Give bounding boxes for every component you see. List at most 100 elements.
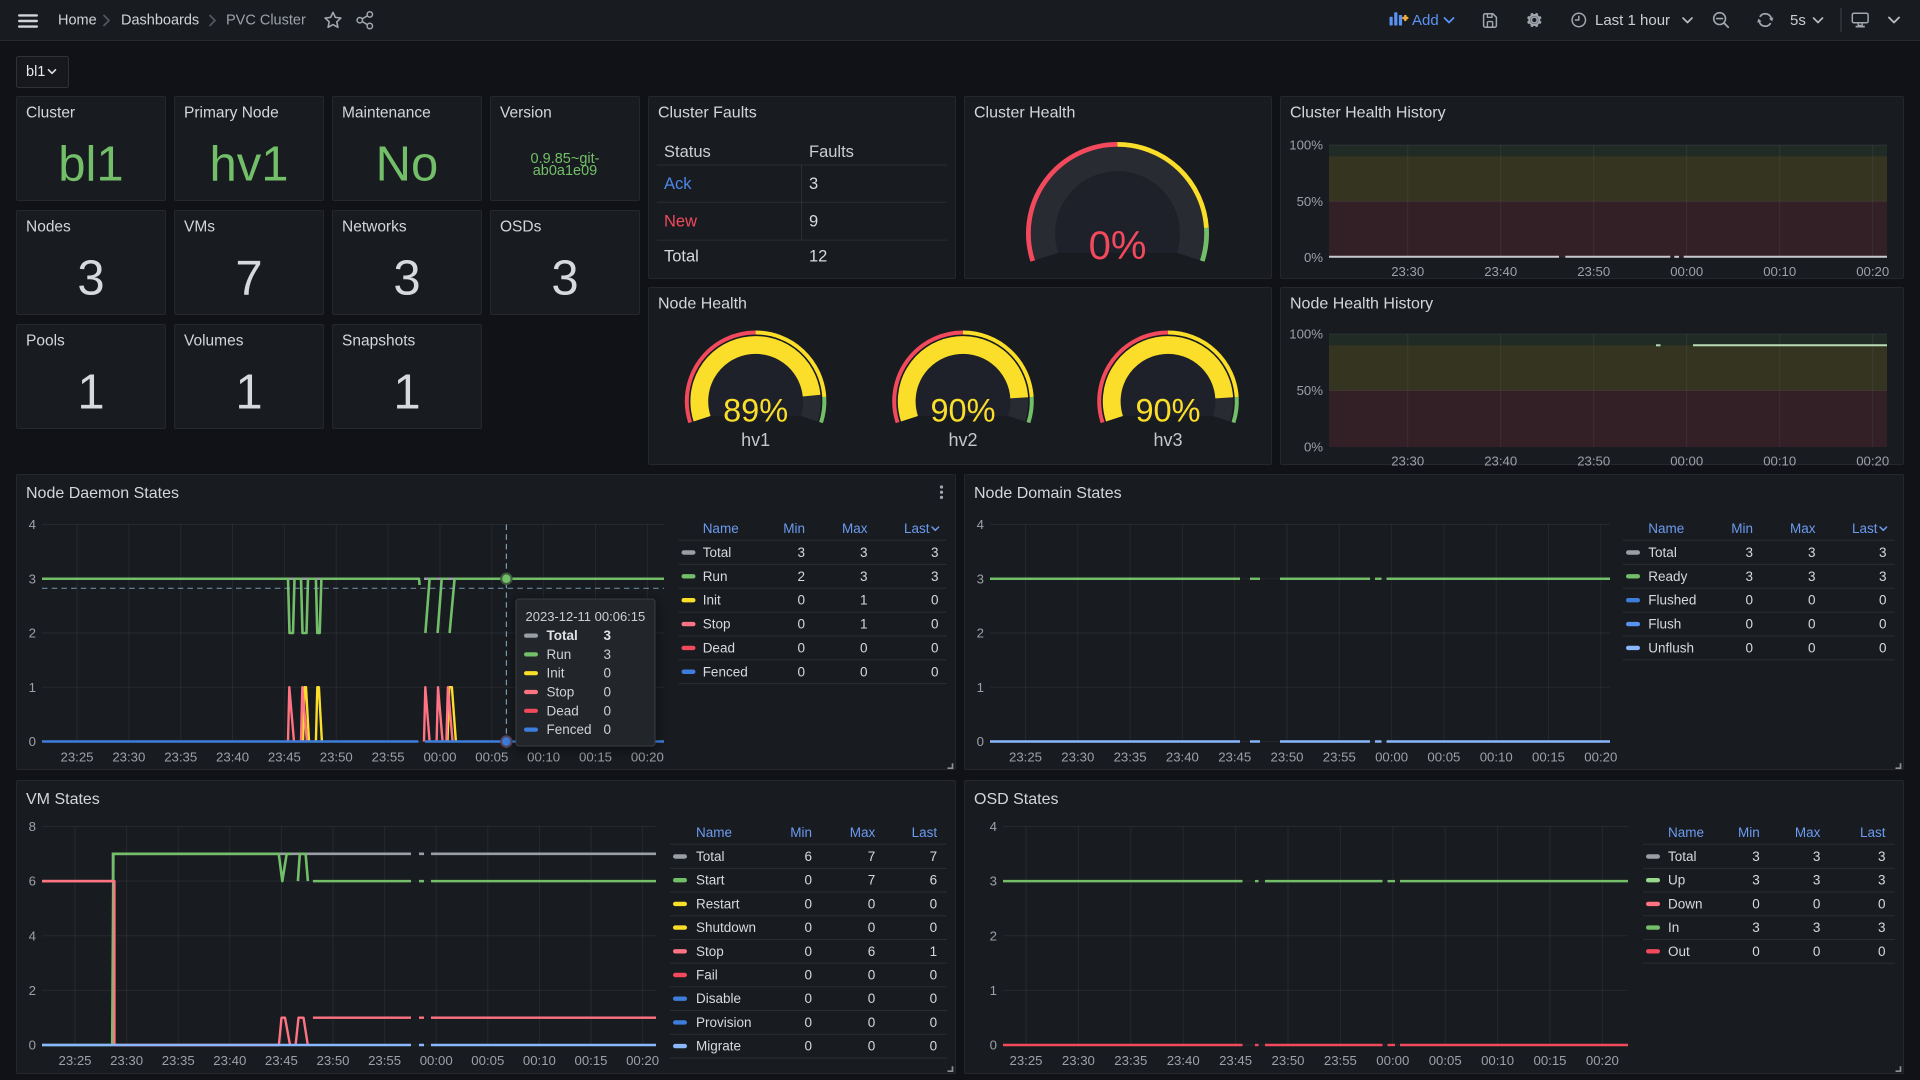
svg-text:23:35: 23:35: [162, 1053, 195, 1068]
svg-text:Unflush: Unflush: [1648, 640, 1694, 655]
svg-text:23:40: 23:40: [216, 750, 249, 765]
svg-text:0: 0: [797, 664, 805, 679]
svg-text:00:00: 00:00: [1670, 453, 1703, 468]
svg-text:3: 3: [977, 571, 984, 586]
svg-text:0: 0: [868, 991, 876, 1006]
svg-text:23:30: 23:30: [112, 750, 145, 765]
svg-text:23:55: 23:55: [1324, 1053, 1357, 1068]
svg-text:Dead: Dead: [703, 640, 735, 655]
svg-text:23:35: 23:35: [1114, 750, 1147, 765]
svg-text:3: 3: [1813, 849, 1821, 864]
svg-text:Networks: Networks: [342, 219, 407, 236]
svg-text:23:55: 23:55: [368, 1053, 401, 1068]
svg-text:Maintenance: Maintenance: [342, 105, 431, 122]
svg-text:1: 1: [930, 944, 938, 959]
svg-text:3: 3: [797, 545, 805, 560]
svg-text:hv3: hv3: [1153, 430, 1182, 450]
svg-text:6: 6: [29, 874, 36, 889]
svg-text:00:20: 00:20: [1586, 1053, 1619, 1068]
svg-text:In: In: [1668, 920, 1679, 935]
svg-text:Node Health: Node Health: [658, 296, 747, 313]
svg-text:23:30: 23:30: [1062, 1053, 1095, 1068]
svg-text:00:10: 00:10: [527, 750, 560, 765]
svg-text:0: 0: [804, 920, 812, 935]
svg-text:New: New: [664, 213, 697, 231]
svg-text:00:00: 00:00: [423, 750, 456, 765]
svg-text:23:30: 23:30: [1391, 264, 1424, 279]
svg-text:3: 3: [1752, 920, 1760, 935]
svg-text:1: 1: [29, 680, 36, 695]
svg-text:0%: 0%: [1089, 224, 1147, 268]
svg-text:00:10: 00:10: [1763, 453, 1796, 468]
svg-text:Cluster Health History: Cluster Health History: [1290, 105, 1446, 122]
svg-text:23:45: 23:45: [1219, 1053, 1252, 1068]
svg-text:00:00: 00:00: [1376, 1053, 1409, 1068]
svg-text:Fenced: Fenced: [547, 722, 592, 737]
svg-text:Total: Total: [1668, 849, 1697, 864]
svg-text:0: 0: [1878, 944, 1886, 959]
svg-text:3: 3: [603, 647, 611, 662]
svg-text:23:40: 23:40: [1484, 264, 1517, 279]
svg-text:0: 0: [1752, 896, 1760, 911]
svg-text:23:55: 23:55: [372, 750, 405, 765]
svg-text:Stop: Stop: [696, 944, 724, 959]
svg-text:1: 1: [393, 366, 420, 420]
svg-text:0: 0: [797, 640, 805, 655]
svg-text:Flushed: Flushed: [1648, 593, 1696, 608]
svg-text:23:45: 23:45: [1218, 750, 1251, 765]
svg-text:9: 9: [809, 213, 818, 231]
svg-text:3: 3: [1808, 545, 1816, 560]
svg-text:23:30: 23:30: [1391, 453, 1424, 468]
svg-text:Init: Init: [703, 593, 721, 608]
svg-text:00:20: 00:20: [626, 1053, 659, 1068]
svg-text:Total: Total: [664, 248, 699, 266]
svg-text:3: 3: [1745, 569, 1753, 584]
svg-text:0: 0: [930, 896, 938, 911]
svg-text:Disable: Disable: [696, 991, 741, 1006]
svg-text:0: 0: [1813, 896, 1821, 911]
svg-text:00:20: 00:20: [1856, 453, 1889, 468]
svg-text:3: 3: [77, 252, 104, 306]
svg-text:Snapshots: Snapshots: [342, 333, 415, 350]
svg-text:00:05: 00:05: [475, 750, 508, 765]
svg-text:Cluster Faults: Cluster Faults: [658, 105, 757, 122]
svg-text:00:05: 00:05: [1427, 750, 1460, 765]
svg-text:23:25: 23:25: [60, 750, 93, 765]
svg-text:0: 0: [868, 1039, 876, 1054]
svg-text:0: 0: [603, 685, 611, 700]
svg-text:0: 0: [931, 593, 939, 608]
svg-text:0: 0: [868, 896, 876, 911]
svg-text:3: 3: [931, 545, 939, 560]
svg-text:23:50: 23:50: [1577, 264, 1610, 279]
svg-text:Total: Total: [696, 849, 725, 864]
svg-text:23:50: 23:50: [1577, 453, 1610, 468]
svg-text:Faults: Faults: [809, 143, 854, 161]
svg-text:3: 3: [860, 545, 868, 560]
svg-text:00:15: 00:15: [574, 1053, 607, 1068]
svg-text:4: 4: [977, 517, 984, 532]
svg-text:0: 0: [1879, 593, 1887, 608]
svg-text:OSDs: OSDs: [500, 219, 542, 236]
svg-text:3: 3: [1879, 545, 1887, 560]
svg-text:0: 0: [931, 640, 939, 655]
svg-text:4: 4: [29, 517, 36, 532]
svg-text:2023-12-11 00:06:15: 2023-12-11 00:06:15: [526, 609, 646, 624]
svg-text:12: 12: [809, 248, 827, 266]
svg-text:23:40: 23:40: [1167, 1053, 1200, 1068]
svg-text:hv1: hv1: [741, 430, 770, 450]
svg-text:3: 3: [809, 175, 818, 193]
svg-text:4: 4: [29, 928, 36, 943]
svg-text:3: 3: [1878, 873, 1886, 888]
svg-text:90%: 90%: [930, 392, 995, 428]
svg-text:0: 0: [29, 1038, 36, 1053]
svg-text:23:50: 23:50: [316, 1053, 349, 1068]
svg-text:ab0a1e09: ab0a1e09: [533, 163, 598, 179]
svg-text:0: 0: [1808, 617, 1816, 632]
svg-text:23:30: 23:30: [110, 1053, 143, 1068]
svg-text:00:00: 00:00: [420, 1053, 453, 1068]
svg-text:23:50: 23:50: [1271, 1053, 1304, 1068]
svg-text:23:45: 23:45: [268, 750, 301, 765]
svg-text:00:05: 00:05: [471, 1053, 504, 1068]
svg-text:6: 6: [930, 873, 938, 888]
svg-text:0: 0: [797, 617, 805, 632]
